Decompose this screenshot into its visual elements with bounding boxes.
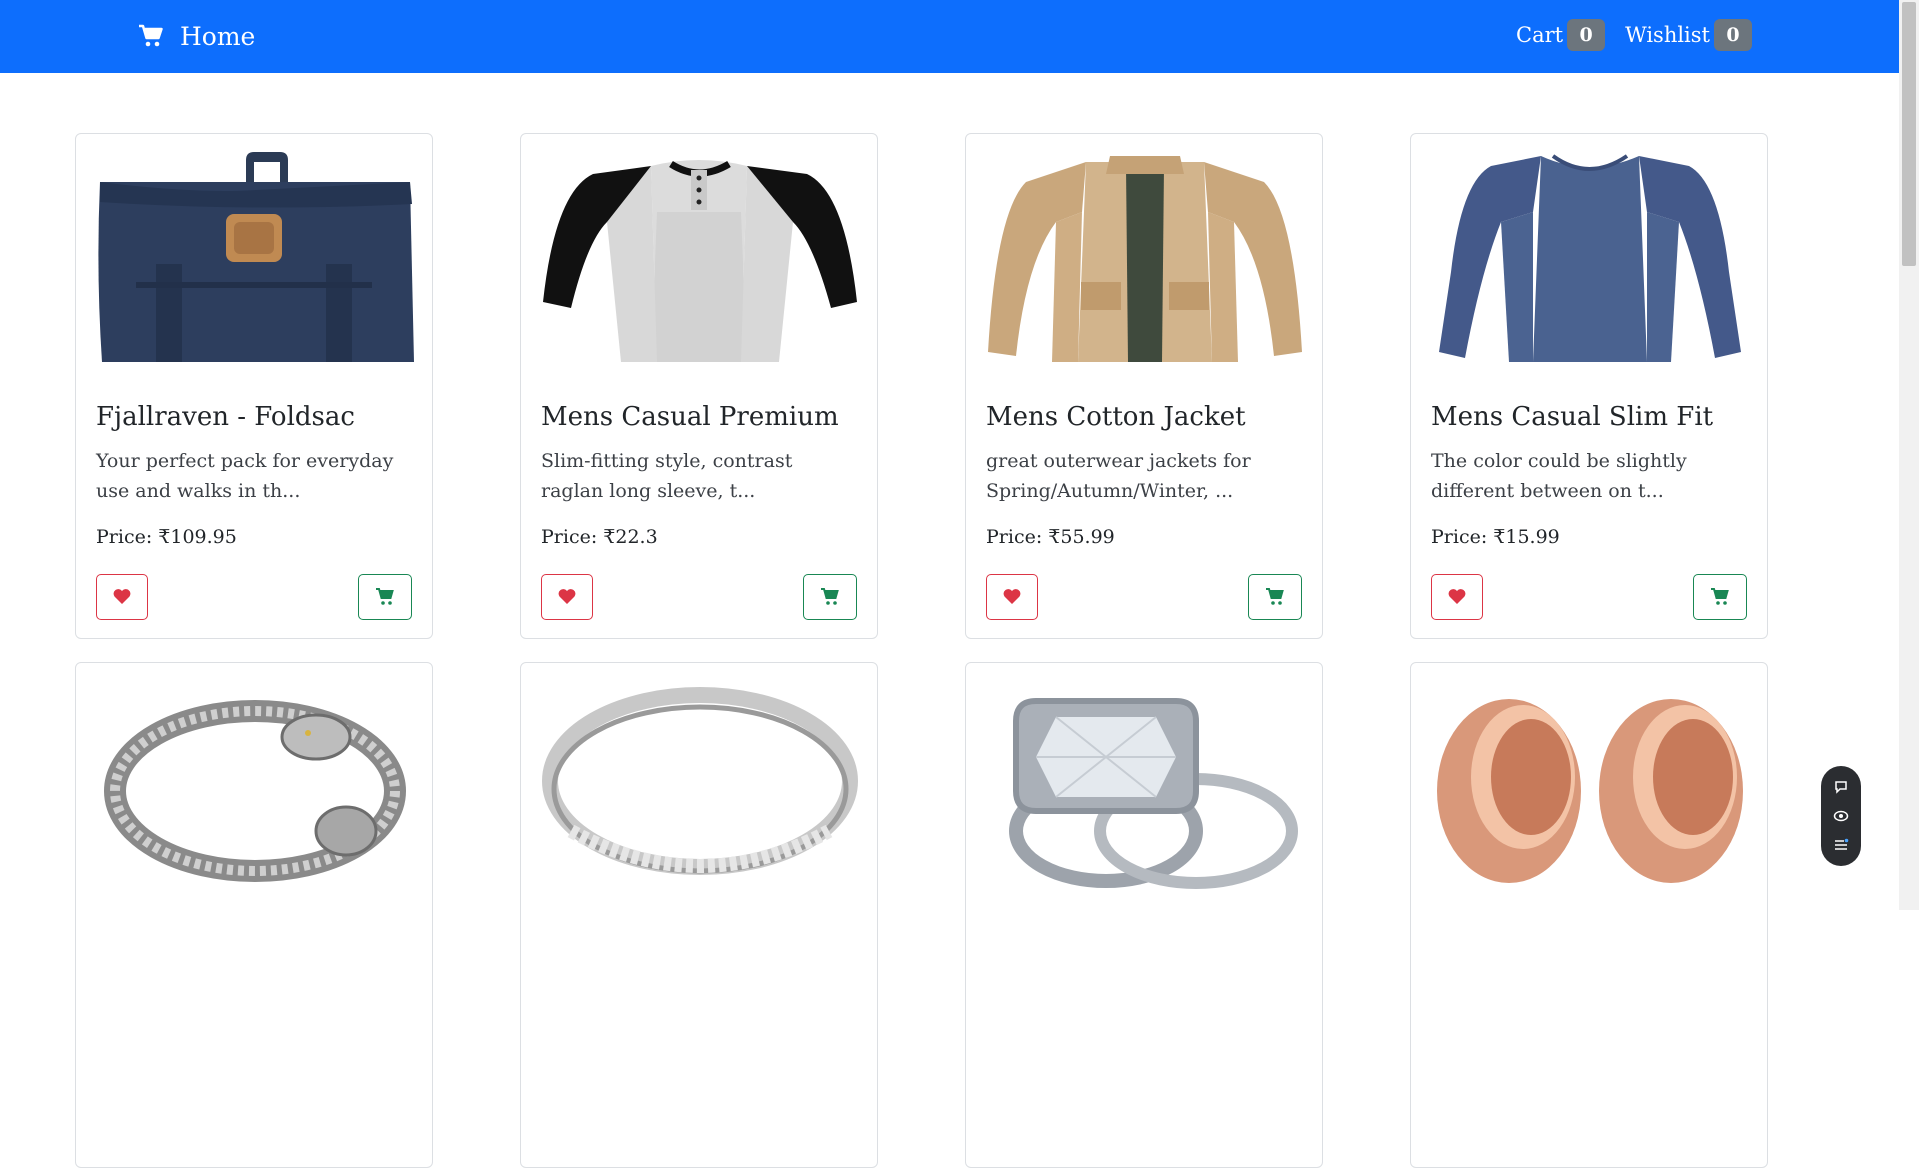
scrollbar-thumb[interactable] (1902, 2, 1916, 266)
wishlist-label: Wishlist (1625, 23, 1710, 47)
add-to-cart-button[interactable] (1693, 574, 1747, 620)
cart-link[interactable]: Cart 0 (1516, 19, 1606, 51)
cart-label: Cart (1516, 23, 1564, 47)
home-link[interactable]: Home (138, 16, 255, 56)
add-to-wishlist-button[interactable] (541, 574, 593, 620)
wishlist-count-badge: 0 (1714, 19, 1752, 51)
add-to-wishlist-button[interactable] (1431, 574, 1483, 620)
cart-icon (1711, 588, 1729, 605)
nav-right: Cart 0 Wishlist 0 (1496, 19, 1752, 51)
product-title[interactable]: Fjallraven - Foldsac (96, 402, 355, 432)
product-price: Price: ₹22.3 (541, 526, 658, 548)
product-image-silver-ring (541, 681, 859, 891)
wishlist-link[interactable]: Wishlist 0 (1625, 19, 1752, 51)
product-image-raglan-tshirt (541, 152, 859, 362)
add-to-cart-button[interactable] (1248, 574, 1302, 620)
cart-icon (376, 588, 394, 605)
brand-label: Home (180, 21, 256, 51)
add-to-cart-button[interactable] (803, 574, 857, 620)
floating-toolbar (1821, 766, 1861, 866)
product-price: Price: ₹109.95 (96, 526, 237, 548)
product-card: Mens Casual Slim Fit The color could be … (1410, 133, 1768, 639)
product-description: Your perfect pack for everyday use and w… (96, 450, 394, 502)
heart-icon (1003, 589, 1021, 604)
eye-icon[interactable] (1833, 808, 1849, 824)
list-icon[interactable] (1833, 837, 1849, 853)
heart-icon (1448, 589, 1466, 604)
chat-icon[interactable] (1833, 779, 1849, 795)
product-image-dragon-bracelet (96, 681, 414, 891)
heart-icon (558, 589, 576, 604)
add-to-cart-button[interactable] (358, 574, 412, 620)
cart-count-badge: 0 (1567, 19, 1606, 51)
product-description: The color could be slightly different be… (1431, 450, 1687, 502)
product-image-long-sleeve-tshirt (1431, 152, 1749, 362)
product-card (520, 662, 878, 1168)
product-card: Mens Casual Premium Slim-fitting style, … (520, 133, 878, 639)
product-card (965, 662, 1323, 1168)
add-to-wishlist-button[interactable] (96, 574, 148, 620)
product-description: great outerwear jackets for Spring/Autum… (986, 450, 1251, 502)
cart-icon (821, 588, 839, 605)
product-card (1410, 662, 1768, 1168)
product-image-rose-gold-plugs (1431, 681, 1749, 891)
shopping-cart-icon (139, 24, 163, 47)
product-image-cotton-jacket (986, 152, 1304, 362)
product-price: Price: ₹55.99 (986, 526, 1115, 548)
product-card (75, 662, 433, 1168)
product-image-backpack (96, 152, 415, 362)
product-card: Mens Cotton Jacket great outerwear jacke… (965, 133, 1323, 639)
cart-icon (1266, 588, 1284, 605)
heart-icon (113, 589, 131, 604)
product-title[interactable]: Mens Casual Premium (541, 402, 839, 432)
product-card: Fjallraven - Foldsac Your perfect pack f… (75, 133, 433, 639)
page-scrollbar[interactable] (1899, 0, 1919, 910)
product-title[interactable]: Mens Casual Slim Fit (1431, 402, 1713, 432)
product-price: Price: ₹15.99 (1431, 526, 1560, 548)
add-to-wishlist-button[interactable] (986, 574, 1038, 620)
product-image-diamond-ring-set (986, 681, 1304, 891)
product-title[interactable]: Mens Cotton Jacket (986, 402, 1246, 432)
top-navbar: Home Cart 0 Wishlist 0 (0, 0, 1899, 73)
product-description: Slim-fitting style, contrast raglan long… (541, 450, 793, 502)
